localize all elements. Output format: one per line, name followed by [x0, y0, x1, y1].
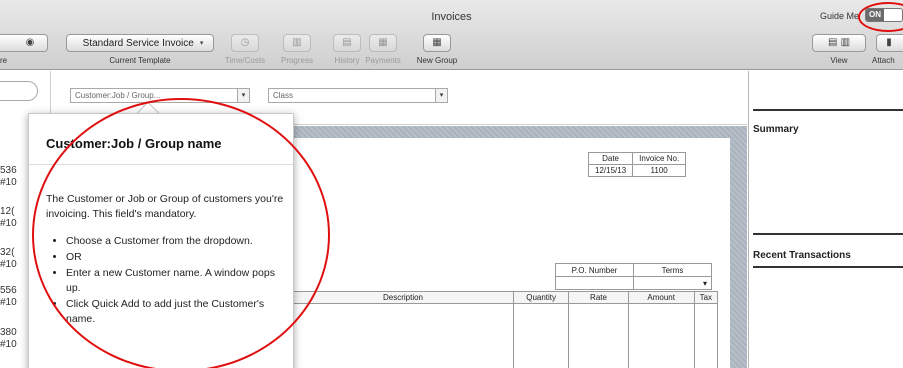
guide-me-label: Guide Me: [820, 11, 860, 21]
list-item[interactable]: #10: [0, 218, 17, 230]
date-invoice-table: Date Invoice No. 12/15/13 1100: [587, 152, 687, 177]
time-costs-button[interactable]: ◷: [231, 34, 259, 52]
col-description: Description: [292, 291, 514, 304]
popover-title: Customer:Job / Group name: [46, 136, 222, 151]
template-dropdown-label: Standard Service Invoice: [82, 37, 194, 49]
recent-transactions-heading: Recent Transactions: [753, 250, 851, 261]
date-field[interactable]: 12/15/13: [587, 164, 634, 177]
attach-icon: ▮: [886, 37, 892, 48]
list-item[interactable]: 32(: [0, 247, 14, 259]
progress-icon: ▥: [292, 37, 302, 48]
customer-job-placeholder: Customer:Job / Group...: [75, 91, 161, 100]
chevron-down-icon[interactable]: ▾: [703, 279, 707, 288]
po-terms-table: P.O. Number Terms ▾: [555, 263, 712, 290]
view-icon: ▤ ▥: [827, 37, 851, 48]
history-button[interactable]: ▤: [333, 34, 361, 52]
list-item: OR: [66, 250, 286, 265]
search-input[interactable]: [0, 81, 38, 101]
list-item[interactable]: #10: [0, 297, 17, 309]
table-row[interactable]: [292, 319, 719, 336]
table-row[interactable]: [292, 303, 719, 320]
payments-button[interactable]: ▦: [369, 34, 397, 52]
group-icon: ▦: [432, 37, 442, 48]
progress-label: Progress: [280, 56, 313, 65]
po-number-field[interactable]: [555, 276, 634, 290]
attach-button[interactable]: ▮: [876, 34, 903, 52]
partial-left-button[interactable]: ◉: [0, 34, 48, 52]
guide-me-toggle[interactable]: ON: [865, 8, 903, 22]
col-rate: Rate: [568, 291, 629, 304]
list-item: Click Quick Add to add just the Customer…: [66, 297, 286, 327]
popover-bullets: Choose a Customer from the dropdown. OR …: [46, 234, 286, 327]
table-row[interactable]: [292, 335, 719, 352]
summary-heading: Summary: [753, 124, 799, 135]
divider: [753, 109, 903, 111]
attach-label: Attach: [872, 56, 895, 65]
list-item[interactable]: 380: [0, 327, 17, 339]
col-tax: Tax: [693, 291, 719, 304]
col-amount: Amount: [627, 291, 695, 304]
eye-icon: ◉: [25, 37, 35, 48]
view-label: View: [830, 56, 848, 65]
new-group-label: New Group: [416, 56, 458, 65]
invoice-no-header: Invoice No.: [632, 152, 687, 165]
class-placeholder: Class: [273, 91, 294, 100]
chevron-down-icon[interactable]: ▾: [237, 89, 249, 102]
divider: [29, 164, 293, 165]
payments-label: Payments: [365, 56, 401, 65]
template-label: Current Template: [109, 56, 171, 65]
help-popover: Customer:Job / Group name The Customer o…: [28, 113, 294, 368]
po-header: P.O. Number: [555, 263, 634, 277]
terms-header: Terms: [633, 263, 712, 277]
toggle-on-label: ON: [866, 9, 884, 21]
line-items-table: Description Quantity Rate Amount Tax: [292, 291, 719, 368]
view-button[interactable]: ▤ ▥: [812, 34, 866, 52]
table-row[interactable]: [292, 351, 719, 368]
template-dropdown[interactable]: Standard Service Invoice ▾: [66, 34, 214, 52]
popover-body: The Customer or Job or Group of customer…: [46, 192, 286, 328]
terms-field[interactable]: ▾: [633, 276, 712, 290]
invoices-window: Invoices Guide Me ON ◉ re Standard Servi…: [0, 0, 903, 368]
time-costs-label: Time/Costs: [224, 56, 266, 65]
date-header: Date: [587, 152, 634, 165]
history-icon: ▤: [342, 37, 352, 48]
col-quantity: Quantity: [512, 291, 570, 304]
toolbar: Invoices Guide Me ON ◉ re Standard Servi…: [0, 0, 903, 70]
list-item[interactable]: 556: [0, 285, 17, 297]
divider: [753, 266, 903, 268]
new-group-button[interactable]: ▦: [423, 34, 451, 52]
list-item[interactable]: #10: [0, 339, 17, 351]
divider: [753, 233, 903, 235]
customer-job-field[interactable]: Customer:Job / Group... ▾: [70, 88, 250, 103]
list-item[interactable]: #10: [0, 177, 17, 189]
chevron-down-icon[interactable]: ▾: [435, 89, 447, 102]
list-item[interactable]: 12(: [0, 206, 14, 218]
list-item[interactable]: 536: [0, 165, 17, 177]
popover-intro: The Customer or Job or Group of customer…: [46, 193, 284, 220]
window-title: Invoices: [431, 11, 472, 23]
list-item[interactable]: #10: [0, 259, 17, 271]
invoice-no-field[interactable]: 1100: [632, 164, 687, 177]
chevron-down-icon: ▾: [199, 38, 204, 47]
list-item: Choose a Customer from the dropdown.: [66, 234, 286, 249]
list-item: Enter a new Customer name. A window pops…: [66, 266, 286, 296]
progress-button[interactable]: ▥: [283, 34, 311, 52]
clock-icon: ◷: [240, 37, 250, 48]
payments-icon: ▦: [378, 37, 388, 48]
side-panel: Summary Recent Transactions: [748, 71, 903, 368]
class-field[interactable]: Class ▾: [268, 88, 448, 103]
partial-left-label: re: [0, 56, 8, 65]
